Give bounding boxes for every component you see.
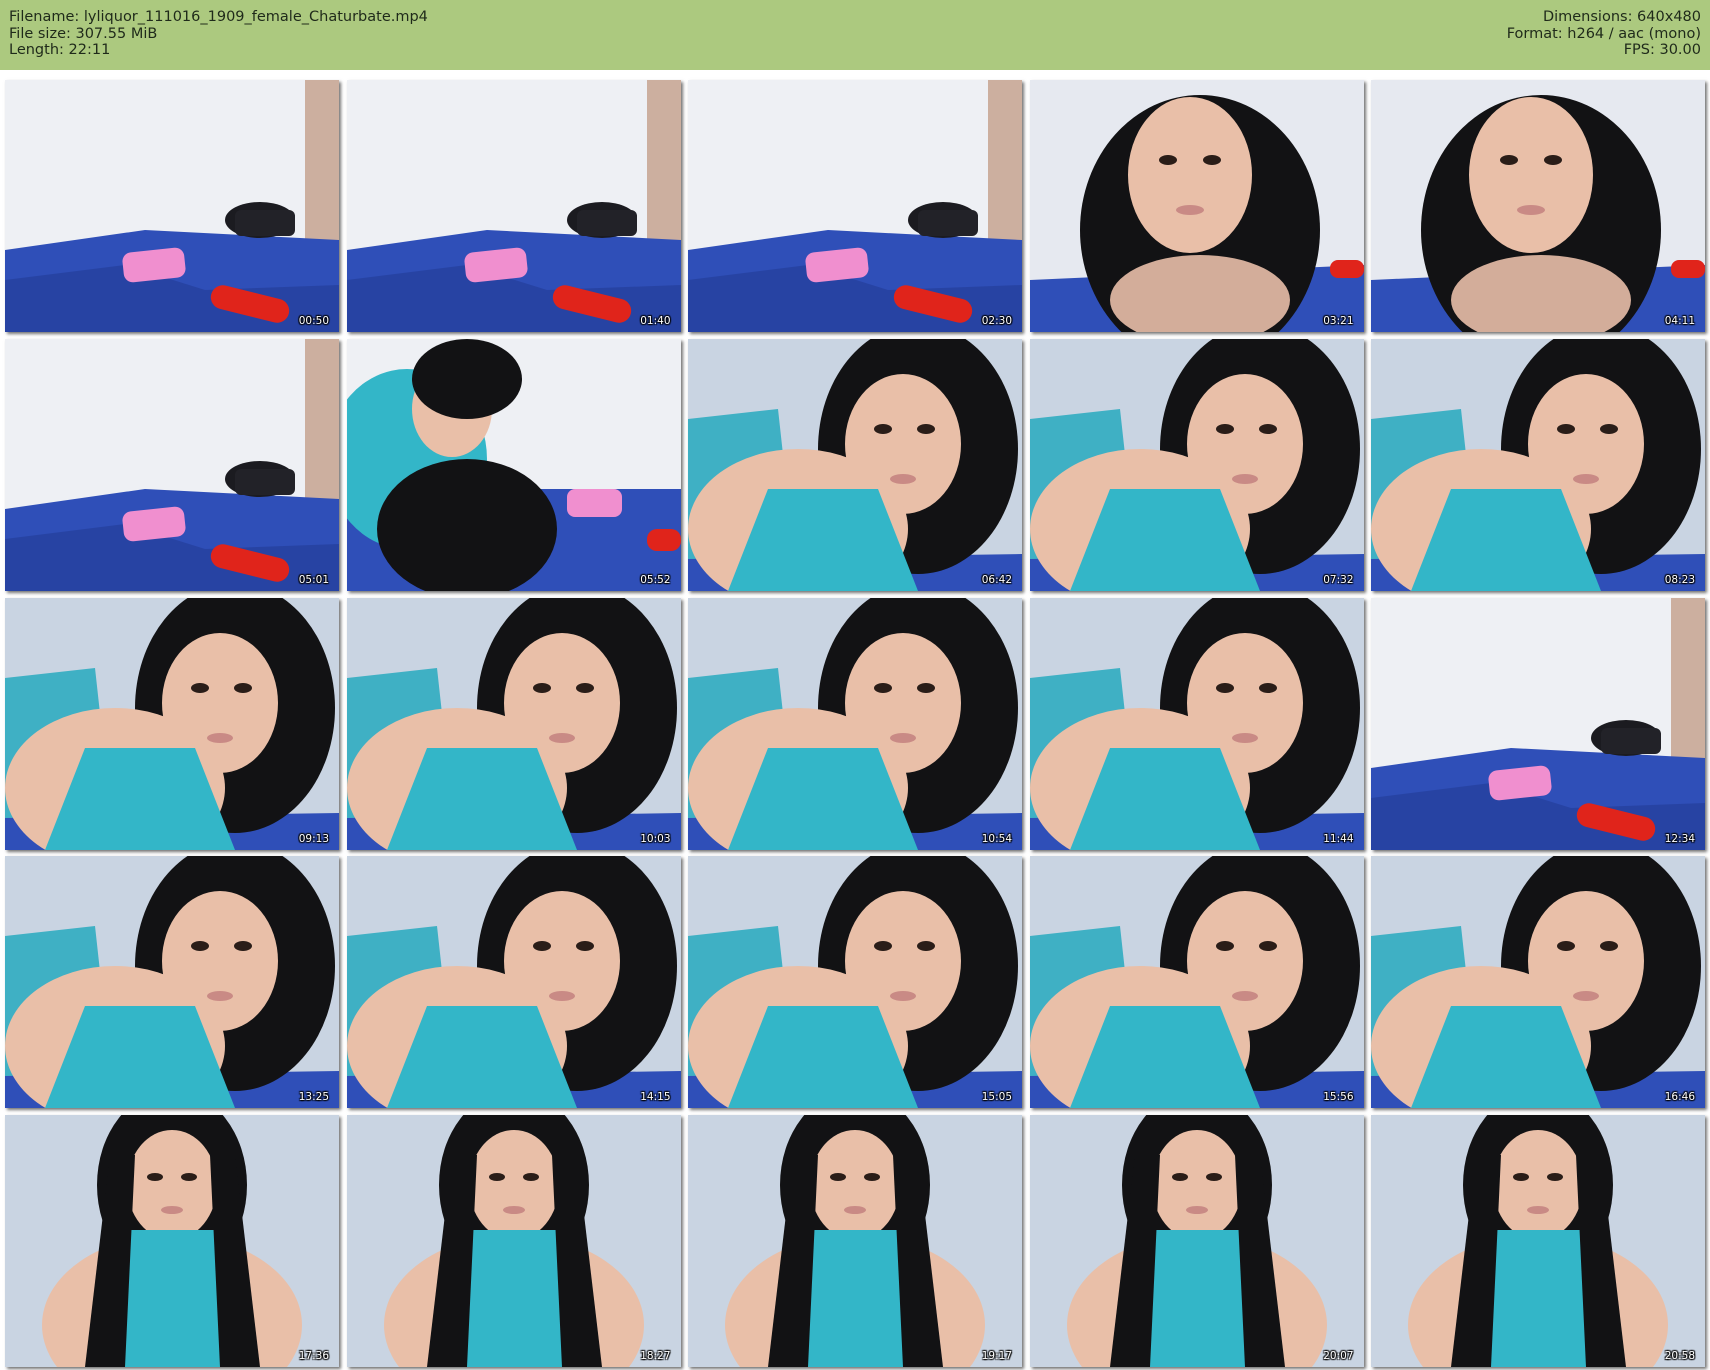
thumbnail-frame-image — [1029, 338, 1364, 591]
video-thumbnail: 01:40 — [346, 80, 681, 332]
filename-text: Filename: lyliquor_111016_1909_female_Ch… — [9, 9, 428, 25]
thumbnail-timestamp: 20:07 — [1323, 1350, 1354, 1363]
thumbnail-timestamp: 09:13 — [298, 832, 329, 845]
thumbnail-frame-image — [1029, 1115, 1364, 1368]
thumbnail-frame-image — [688, 338, 1022, 591]
thumbnail-timestamp: 02:30 — [981, 315, 1012, 327]
thumbnail-timestamp: 03:21 — [1323, 315, 1354, 327]
thumbnail-timestamp: 12:34 — [1664, 832, 1695, 845]
thumbnail-frame-image — [5, 856, 339, 1109]
video-thumbnail: 00:50 — [5, 80, 339, 332]
file-info-right: Dimensions: 640x480 Format: h264 / aac (… — [1507, 9, 1701, 59]
video-thumbnail: 13:25 — [5, 856, 339, 1109]
thumbnail-frame-image — [346, 856, 681, 1109]
dimensions-text: Dimensions: 640x480 — [1542, 9, 1701, 25]
video-thumbnail: 03:21 — [1029, 80, 1364, 332]
thumbnail-frame-image — [1371, 338, 1705, 591]
video-thumbnail: 17:36 — [5, 1115, 339, 1368]
thumbnail-timestamp: 01:40 — [640, 315, 671, 327]
video-thumbnail: 16:46 — [1371, 856, 1705, 1109]
video-thumbnail: 05:52 — [346, 338, 681, 591]
thumbnail-frame-image — [5, 597, 339, 850]
video-thumbnail: 06:42 — [688, 338, 1022, 591]
thumbnail-timestamp: 11:44 — [1323, 832, 1354, 845]
thumbnail-timestamp: 20:58 — [1664, 1350, 1695, 1363]
thumbnail-timestamp: 13:25 — [298, 1091, 329, 1104]
thumbnail-grid: 00:50 01:40 02:30 03:21 04:11 05:01 05:5… — [5, 80, 1705, 1368]
thumbnail-timestamp: 04:11 — [1664, 315, 1695, 327]
thumbnail-timestamp: 15:56 — [1323, 1091, 1354, 1104]
video-thumbnail: 10:03 — [346, 597, 681, 850]
thumbnail-frame-image — [346, 80, 681, 332]
thumbnail-timestamp: 16:46 — [1664, 1091, 1695, 1104]
video-thumbnail: 15:05 — [688, 856, 1022, 1109]
video-thumbnail: 19:17 — [688, 1115, 1022, 1368]
thumbnail-timestamp: 15:05 — [981, 1091, 1012, 1104]
file-info-left: Filename: lyliquor_111016_1909_female_Ch… — [9, 9, 428, 59]
video-thumbnail: 11:44 — [1029, 597, 1364, 850]
thumbnail-timestamp: 07:32 — [1323, 573, 1354, 586]
thumbnail-timestamp: 05:01 — [298, 573, 329, 586]
thumbnail-timestamp: 14:15 — [640, 1091, 671, 1104]
video-thumbnail: 04:11 — [1371, 80, 1705, 332]
filesize-text: File size: 307.55 MiB — [9, 25, 158, 42]
thumbnail-frame-image — [1371, 1115, 1705, 1368]
video-thumbnail: 05:01 — [5, 338, 339, 591]
video-thumbnail: 08:23 — [1371, 338, 1705, 591]
thumbnail-frame-image — [688, 1115, 1022, 1368]
thumbnail-frame-image — [688, 80, 1022, 332]
video-thumbnail: 15:56 — [1029, 856, 1364, 1109]
thumbnail-timestamp: 05:52 — [640, 573, 671, 586]
thumbnail-frame-image — [1371, 597, 1705, 850]
thumbnail-frame-image — [346, 338, 681, 591]
thumbnail-frame-image — [1029, 856, 1364, 1109]
thumbnail-timestamp: 00:50 — [298, 315, 329, 327]
thumbnail-frame-image — [1029, 80, 1364, 332]
thumbnail-frame-image — [1371, 80, 1705, 332]
thumbnail-frame-image — [5, 80, 339, 332]
thumbnail-timestamp: 06:42 — [981, 573, 1012, 586]
length-text: Length: 22:11 — [9, 42, 111, 58]
video-thumbnail: 07:32 — [1029, 338, 1364, 591]
thumbnail-frame-image — [1371, 856, 1705, 1109]
thumbnail-timestamp: 10:54 — [981, 832, 1012, 845]
thumbnail-timestamp: 18:27 — [640, 1350, 671, 1363]
thumbnail-timestamp: 17:36 — [298, 1350, 329, 1363]
thumbnail-timestamp: 08:23 — [1664, 573, 1695, 586]
thumbnail-frame-image — [688, 597, 1022, 850]
info-header: Filename: lyliquor_111016_1909_female_Ch… — [0, 0, 1710, 70]
thumbnail-frame-image — [688, 856, 1022, 1109]
thumbnail-frame-image — [5, 338, 339, 591]
video-thumbnail: 20:58 — [1371, 1115, 1705, 1368]
thumbnail-frame-image — [346, 597, 681, 850]
thumbnail-timestamp: 19:17 — [981, 1350, 1012, 1363]
thumbnail-frame-image — [5, 1115, 339, 1368]
thumbnail-frame-image — [1029, 597, 1364, 850]
format-text: Format: h264 / aac (mono) — [1506, 25, 1701, 42]
thumbnail-frame-image — [346, 1115, 681, 1368]
video-thumbnail: 14:15 — [346, 856, 681, 1109]
video-thumbnail: 20:07 — [1029, 1115, 1364, 1368]
video-thumbnail: 12:34 — [1371, 597, 1705, 850]
video-thumbnail: 10:54 — [688, 597, 1022, 850]
video-thumbnail: 18:27 — [346, 1115, 681, 1368]
video-thumbnail: 09:13 — [5, 597, 339, 850]
thumbnail-timestamp: 10:03 — [640, 832, 671, 845]
video-thumbnail: 02:30 — [688, 80, 1022, 332]
fps-text: FPS: 30.00 — [1623, 42, 1701, 58]
